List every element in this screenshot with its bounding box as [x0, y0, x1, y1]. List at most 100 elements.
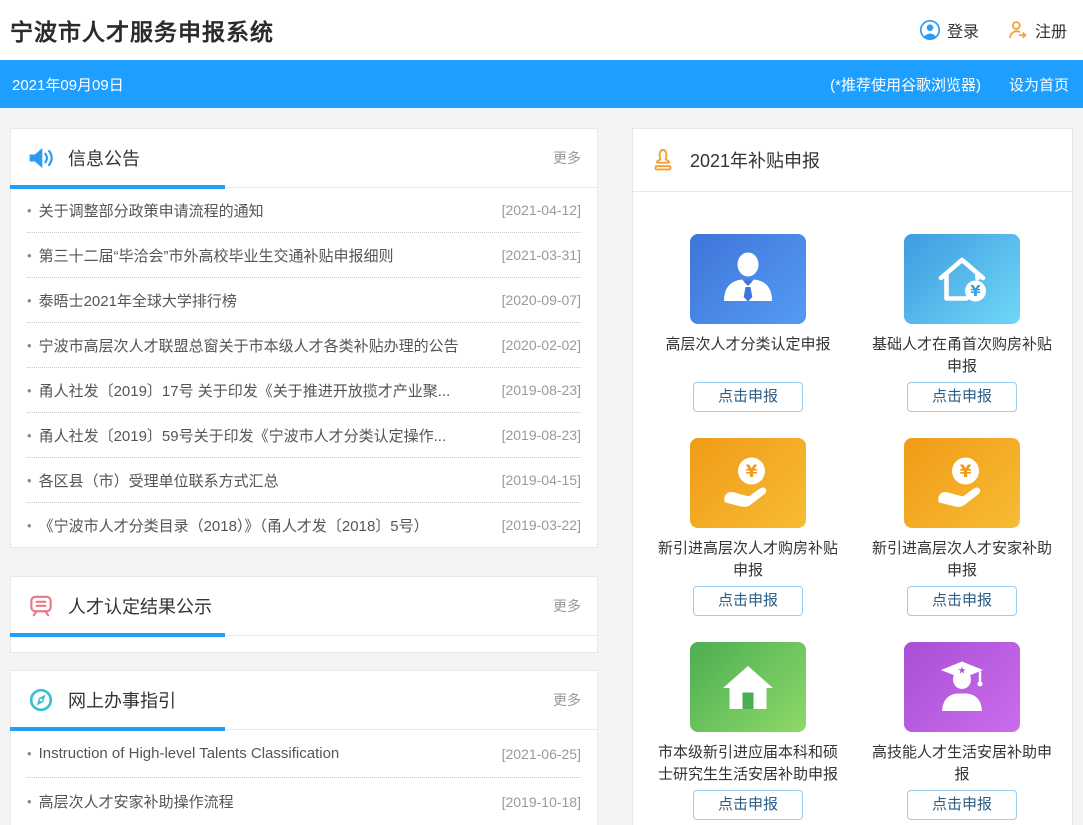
subsidy-card: ¥ 基础人才在甬首次购房补贴申报 点击申报	[855, 234, 1069, 412]
login-label: 登录	[947, 18, 979, 42]
bulletin-board-icon	[27, 592, 55, 620]
subsidy-card-tile[interactable]: ¥	[904, 438, 1020, 528]
subsidy-card-label: 新引进高层次人才购房补贴申报	[656, 538, 841, 582]
subsidy-card-tile[interactable]: ¥	[904, 234, 1020, 324]
subsidy-title: 2021年补贴申报	[690, 147, 820, 173]
list-item-date: [2020-09-07]	[502, 292, 581, 308]
house-icon	[716, 655, 780, 719]
current-date: 2021年09月09日	[12, 74, 124, 95]
subsidy-panel: 2021年补贴申报 高层次人才分类认定申报 点击申报 ¥ 基础人才在甬首次购房补…	[632, 128, 1073, 825]
list-item-date: [2019-03-22]	[502, 517, 581, 533]
subsidy-card-label: 基础人才在甬首次购房补贴申报	[870, 334, 1055, 378]
apply-button[interactable]: 点击申报	[907, 790, 1017, 820]
subsidy-card-label: 高层次人才分类认定申报	[656, 334, 841, 378]
announcements-more-link[interactable]: 更多	[553, 148, 581, 168]
stamp-icon	[649, 146, 677, 174]
results-header: 人才认定结果公示 更多	[11, 577, 597, 636]
apply-button[interactable]: 点击申报	[693, 382, 803, 412]
subsidy-card-tile[interactable]	[690, 642, 806, 732]
graduate-icon: ★	[930, 655, 994, 719]
list-item-date: [2020-02-02]	[502, 337, 581, 353]
apply-button[interactable]: 点击申报	[907, 586, 1017, 616]
subsidy-card-tile[interactable]: ¥	[690, 438, 806, 528]
bullet-dot-icon: •	[27, 293, 32, 308]
bullet-dot-icon: •	[27, 203, 32, 218]
list-item-text: 泰晤士2021年全球大学排行榜	[39, 290, 490, 311]
accent-underline	[10, 633, 225, 637]
main-content: 信息公告 更多 • 关于调整部分政策申请流程的通知 [2021-04-12] •…	[10, 128, 1073, 825]
list-item[interactable]: • 各区县（市）受理单位联系方式汇总 [2019-04-15]	[27, 458, 581, 503]
list-item-date: [2019-08-23]	[502, 427, 581, 443]
list-item[interactable]: • 高层次人才安家补助操作流程 [2019-10-18]	[27, 778, 581, 825]
set-homepage-link[interactable]: 设为首页	[1009, 74, 1069, 95]
add-user-icon	[1007, 19, 1029, 41]
list-item[interactable]: • Instruction of High-level Talents Clas…	[27, 730, 581, 778]
list-item[interactable]: • 泰晤士2021年全球大学排行榜 [2020-09-07]	[27, 278, 581, 323]
list-item-text: 第三十二届“毕洽会”市外高校毕业生交通补贴申报细则	[39, 245, 490, 266]
guides-panel: 网上办事指引 更多 • Instruction of High-level Ta…	[10, 670, 598, 825]
list-item-date: [2019-08-23]	[502, 382, 581, 398]
guides-more-link[interactable]: 更多	[553, 690, 581, 710]
results-body	[11, 636, 597, 652]
subsidy-card: 市本级新引进应届本科和硕士研究生生活安居补助申报 点击申报	[641, 642, 855, 820]
subsidy-card-label: 新引进高层次人才安家补助申报	[870, 538, 1055, 582]
bullet-dot-icon: •	[27, 794, 32, 809]
register-button[interactable]: 注册	[1007, 18, 1067, 42]
announcements-panel: 信息公告 更多 • 关于调整部分政策申请流程的通知 [2021-04-12] •…	[10, 128, 598, 548]
bullet-dot-icon: •	[27, 746, 32, 761]
list-item-text: 关于调整部分政策申请流程的通知	[39, 200, 490, 221]
bullet-dot-icon: •	[27, 473, 32, 488]
list-item-text: 甬人社发〔2019〕59号关于印发《宁波市人才分类认定操作...	[39, 425, 490, 446]
subsidy-card-label: 市本级新引进应届本科和硕士研究生生活安居补助申报	[656, 742, 841, 786]
list-item-text: 各区县（市）受理单位联系方式汇总	[39, 470, 490, 491]
list-item-text: 《宁波市人才分类目录（2018）》（甬人才发〔2018〕5号）	[39, 515, 490, 536]
list-item-text: 高层次人才安家补助操作流程	[39, 791, 490, 812]
site-header: 宁波市人才服务申报系统 登录 注册	[0, 0, 1083, 60]
subsidy-header: 2021年补贴申报	[633, 129, 1072, 192]
list-item-text: Instruction of High-level Talents Classi…	[39, 745, 490, 762]
announcements-list: • 关于调整部分政策申请流程的通知 [2021-04-12] • 第三十二届“毕…	[11, 188, 597, 547]
results-title: 人才认定结果公示	[68, 593, 212, 619]
speaker-icon	[27, 144, 55, 172]
subsidy-card-label: 高技能人才生活安居补助申报	[870, 742, 1055, 786]
subsidy-card: 高层次人才分类认定申报 点击申报	[641, 234, 855, 412]
list-item[interactable]: • 宁波市高层次人才联盟总窗关于市本级人才各类补贴办理的公告 [2020-02-…	[27, 323, 581, 368]
guides-title: 网上办事指引	[68, 687, 176, 713]
left-column: 信息公告 更多 • 关于调整部分政策申请流程的通知 [2021-04-12] •…	[10, 128, 598, 825]
page-title: 宁波市人才服务申报系统	[10, 13, 274, 47]
browser-tip: (*推荐使用谷歌浏览器)	[830, 74, 981, 95]
subsidy-card-tile[interactable]: ★	[904, 642, 1020, 732]
subsidy-card: ¥ 新引进高层次人才安家补助申报 点击申报	[855, 438, 1069, 616]
list-item[interactable]: • 关于调整部分政策申请流程的通知 [2021-04-12]	[27, 188, 581, 233]
apply-button[interactable]: 点击申报	[907, 382, 1017, 412]
login-button[interactable]: 登录	[919, 18, 979, 42]
list-item-date: [2021-03-31]	[502, 247, 581, 263]
list-item-text: 甬人社发〔2019〕17号 关于印发《关于推进开放揽才产业聚...	[39, 380, 490, 401]
register-label: 注册	[1035, 18, 1067, 42]
subsidy-card: ★ 高技能人才生活安居补助申报 点击申报	[855, 642, 1069, 820]
accent-underline	[10, 185, 225, 189]
svg-text:¥: ¥	[970, 282, 981, 300]
subsidy-card-tile[interactable]	[690, 234, 806, 324]
svg-text:★: ★	[958, 666, 967, 677]
subsidy-cards-grid: 高层次人才分类认定申报 点击申报 ¥ 基础人才在甬首次购房补贴申报 点击申报 ¥…	[633, 192, 1072, 825]
bullet-dot-icon: •	[27, 248, 32, 263]
apply-button[interactable]: 点击申报	[693, 586, 803, 616]
svg-text:¥: ¥	[746, 462, 758, 482]
list-item-date: [2019-04-15]	[502, 472, 581, 488]
list-item[interactable]: • 甬人社发〔2019〕17号 关于印发《关于推进开放揽才产业聚... [201…	[27, 368, 581, 413]
bullet-dot-icon: •	[27, 383, 32, 398]
list-item-date: [2021-04-12]	[502, 202, 581, 218]
user-circle-icon	[919, 19, 941, 41]
apply-button[interactable]: 点击申报	[693, 790, 803, 820]
accent-underline	[10, 727, 225, 731]
guides-header: 网上办事指引 更多	[11, 671, 597, 730]
list-item-date: [2021-06-25]	[502, 746, 581, 762]
results-more-link[interactable]: 更多	[553, 596, 581, 616]
announcements-title: 信息公告	[68, 145, 140, 171]
results-panel: 人才认定结果公示 更多	[10, 576, 598, 653]
list-item[interactable]: • 甬人社发〔2019〕59号关于印发《宁波市人才分类认定操作... [2019…	[27, 413, 581, 458]
list-item[interactable]: • 第三十二届“毕洽会”市外高校毕业生交通补贴申报细则 [2021-03-31]	[27, 233, 581, 278]
list-item[interactable]: • 《宁波市人才分类目录（2018）》（甬人才发〔2018〕5号） [2019-…	[27, 503, 581, 547]
auth-links: 登录 注册	[919, 18, 1067, 42]
